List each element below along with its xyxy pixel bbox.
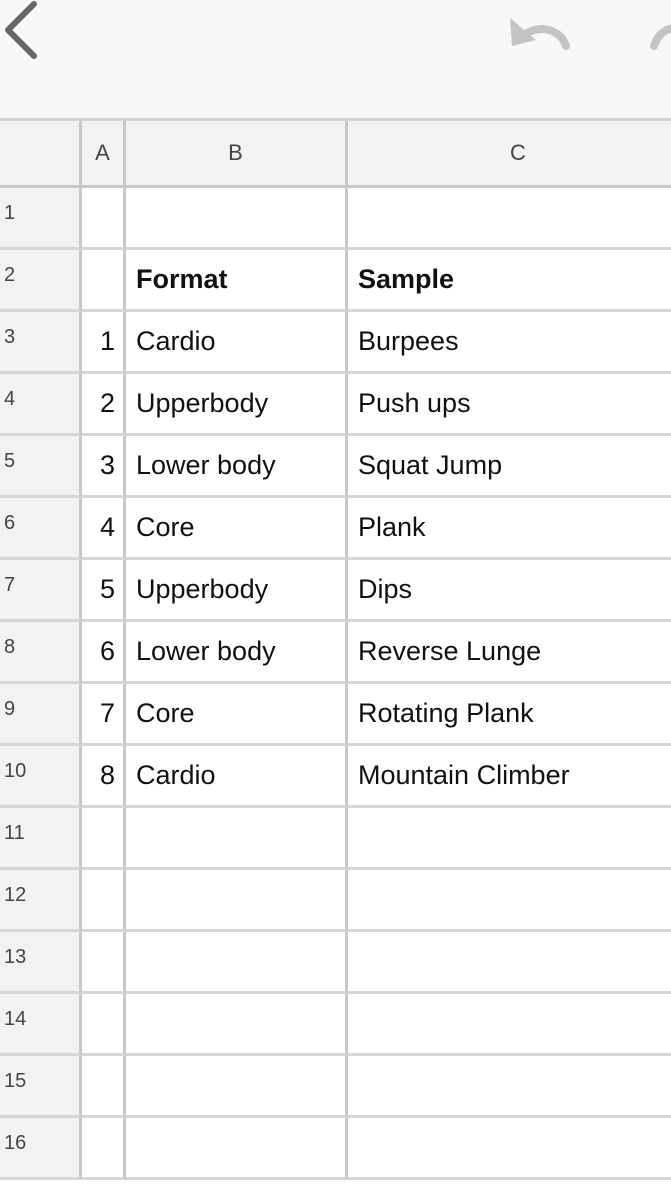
- cell-c[interactable]: Rotating Plank: [348, 684, 671, 746]
- cell-b[interactable]: Lower body: [126, 622, 348, 684]
- table-row: 12: [0, 870, 671, 932]
- row-header[interactable]: 4: [0, 374, 82, 436]
- cell-b[interactable]: Format: [126, 250, 348, 312]
- row-header[interactable]: 9: [0, 684, 82, 746]
- cell-c[interactable]: [348, 808, 671, 870]
- cell-b[interactable]: [126, 1056, 348, 1118]
- row-header[interactable]: 15: [0, 1056, 82, 1118]
- table-row: 7 5 Upperbody Dips: [0, 560, 671, 622]
- table-row: 8 6 Lower body Reverse Lunge: [0, 622, 671, 684]
- cell-b[interactable]: [126, 188, 348, 250]
- cell-b[interactable]: Upperbody: [126, 560, 348, 622]
- row-header[interactable]: 16: [0, 1118, 82, 1180]
- row-header[interactable]: 11: [0, 808, 82, 870]
- cell-c[interactable]: [348, 994, 671, 1056]
- table-row: 6 4 Core Plank: [0, 498, 671, 560]
- cell-a[interactable]: 2: [82, 374, 126, 436]
- cell-c[interactable]: Squat Jump: [348, 436, 671, 498]
- cell-a[interactable]: 4: [82, 498, 126, 560]
- row-header[interactable]: 5: [0, 436, 82, 498]
- row-header[interactable]: 13: [0, 932, 82, 994]
- cell-a[interactable]: [82, 1118, 126, 1180]
- cell-b[interactable]: [126, 870, 348, 932]
- row-header[interactable]: 14: [0, 994, 82, 1056]
- cell-c[interactable]: Mountain Climber: [348, 746, 671, 808]
- column-header-c[interactable]: C: [348, 121, 671, 188]
- table-row: 13: [0, 932, 671, 994]
- table-row: 3 1 Cardio Burpees: [0, 312, 671, 374]
- table-row: 16: [0, 1118, 671, 1180]
- cell-b[interactable]: [126, 994, 348, 1056]
- cell-a[interactable]: 6: [82, 622, 126, 684]
- table-row: 2 Format Sample: [0, 250, 671, 312]
- row-header[interactable]: 7: [0, 560, 82, 622]
- cell-a[interactable]: 5: [82, 560, 126, 622]
- cell-b[interactable]: Core: [126, 498, 348, 560]
- cell-c[interactable]: Plank: [348, 498, 671, 560]
- cell-c[interactable]: Reverse Lunge: [348, 622, 671, 684]
- row-header[interactable]: 8: [0, 622, 82, 684]
- cell-b[interactable]: [126, 932, 348, 994]
- table-row: 5 3 Lower body Squat Jump: [0, 436, 671, 498]
- table-row: 15: [0, 1056, 671, 1118]
- table-row: 10 8 Cardio Mountain Climber: [0, 746, 671, 808]
- row-header[interactable]: 3: [0, 312, 82, 374]
- table-row: 9 7 Core Rotating Plank: [0, 684, 671, 746]
- chevron-left-icon[interactable]: [0, 0, 48, 70]
- cell-b[interactable]: [126, 1118, 348, 1180]
- cell-b[interactable]: Core: [126, 684, 348, 746]
- column-header-row: A B C: [0, 118, 671, 188]
- cell-a[interactable]: 7: [82, 684, 126, 746]
- cell-c[interactable]: [348, 188, 671, 250]
- cell-b[interactable]: Lower body: [126, 436, 348, 498]
- table-row: 4 2 Upperbody Push ups: [0, 374, 671, 436]
- row-header[interactable]: 10: [0, 746, 82, 808]
- cell-a[interactable]: 3: [82, 436, 126, 498]
- cell-a[interactable]: [82, 932, 126, 994]
- cell-b[interactable]: Cardio: [126, 312, 348, 374]
- cell-c[interactable]: Dips: [348, 560, 671, 622]
- cell-c[interactable]: [348, 870, 671, 932]
- cell-a[interactable]: [82, 250, 126, 312]
- cell-c[interactable]: [348, 1056, 671, 1118]
- row-header[interactable]: 6: [0, 498, 82, 560]
- row-header[interactable]: 1: [0, 188, 82, 250]
- table-row: 11: [0, 808, 671, 870]
- select-all-corner[interactable]: [0, 121, 82, 188]
- cell-c[interactable]: [348, 1118, 671, 1180]
- cell-a[interactable]: 8: [82, 746, 126, 808]
- cell-a[interactable]: [82, 188, 126, 250]
- table-row: 14: [0, 994, 671, 1056]
- row-header[interactable]: 2: [0, 250, 82, 312]
- cell-c[interactable]: [348, 932, 671, 994]
- redo-icon[interactable]: [640, 6, 671, 56]
- toolbar: [0, 0, 671, 118]
- cell-a[interactable]: [82, 994, 126, 1056]
- row-header[interactable]: 12: [0, 870, 82, 932]
- table-row: 1: [0, 188, 671, 250]
- cell-a[interactable]: [82, 808, 126, 870]
- cell-a[interactable]: [82, 870, 126, 932]
- cell-c[interactable]: Push ups: [348, 374, 671, 436]
- cell-c[interactable]: Sample: [348, 250, 671, 312]
- cell-b[interactable]: Upperbody: [126, 374, 348, 436]
- cell-a[interactable]: 1: [82, 312, 126, 374]
- cell-b[interactable]: Cardio: [126, 746, 348, 808]
- column-header-b[interactable]: B: [126, 121, 348, 188]
- undo-icon[interactable]: [500, 6, 580, 56]
- cell-a[interactable]: [82, 1056, 126, 1118]
- cell-c[interactable]: Burpees: [348, 312, 671, 374]
- spreadsheet-grid[interactable]: A B C 1 2 Format Sample 3 1 Cardio Burpees 4 2 Upp…: [0, 118, 671, 1193]
- column-header-a[interactable]: A: [82, 121, 126, 188]
- cell-b[interactable]: [126, 808, 348, 870]
